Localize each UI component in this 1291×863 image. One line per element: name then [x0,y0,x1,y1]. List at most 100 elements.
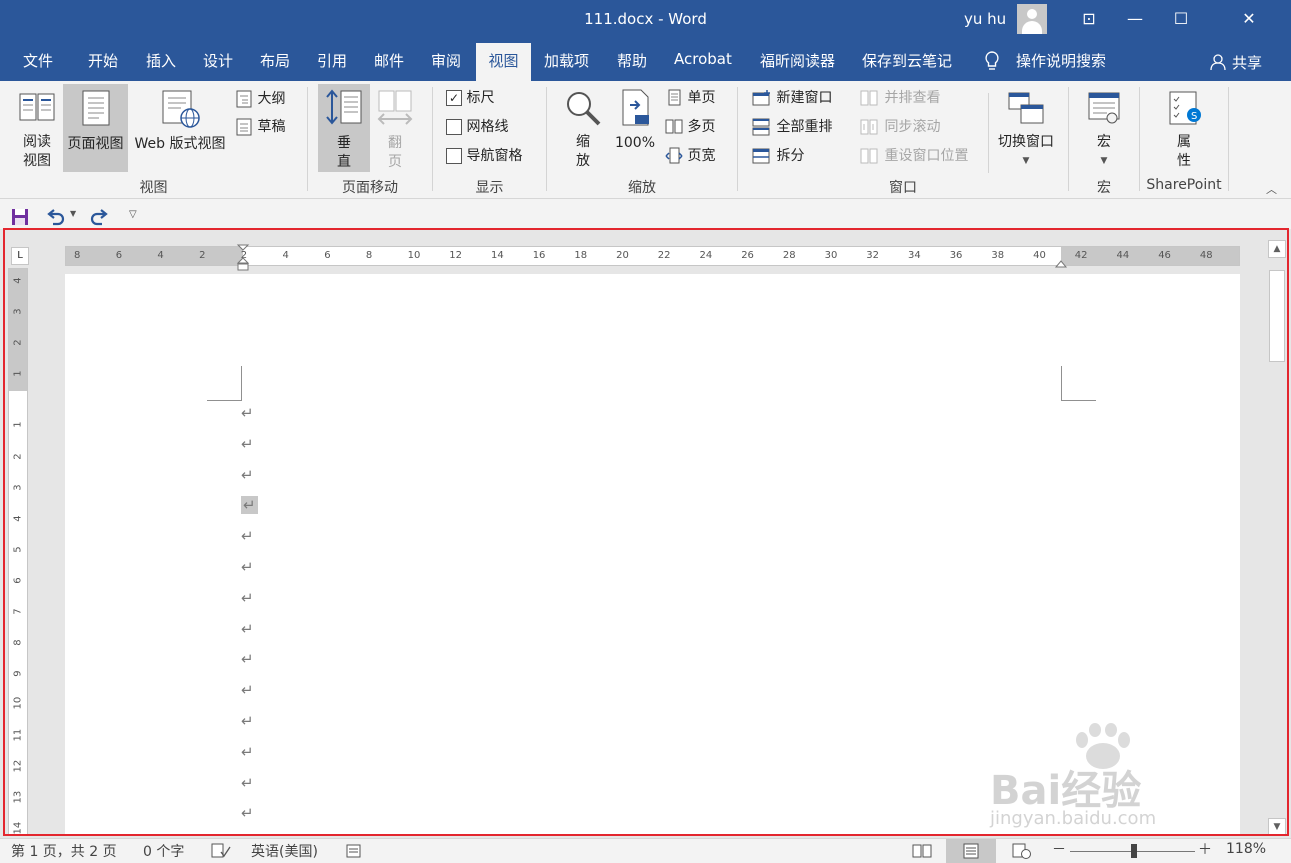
ruler-tick-label: 16 [532,250,546,261]
tab-insert[interactable]: 插入 [146,50,176,74]
tab-layout[interactable]: 布局 [260,50,290,74]
tab-help[interactable]: 帮助 [617,50,647,74]
undo-dropdown-icon[interactable]: ▼ [70,209,76,218]
horizontal-ruler[interactable]: 8 6 4 2 2 4 6 8 10 12 14 16 18 20 22 24 26 28 30 32 34 36 38 40… [65,244,1240,271]
gridlines-checkbox[interactable]: 网格线 [446,116,508,138]
zoom-100-label: 100% [614,135,656,151]
tab-save-to-cloud-note[interactable]: 保存到云笔记 [862,50,952,74]
page-count[interactable]: 第 1 页，共 2 页 [11,841,117,861]
paragraph-mark[interactable]: ↵ [241,712,254,730]
tab-view[interactable]: 视图 [476,43,531,81]
close-button[interactable]: ✕ [1226,0,1272,40]
share-button[interactable]: 共享 [1232,52,1262,73]
tab-file[interactable]: 文件 [23,50,53,74]
ribbon-display-options-button[interactable]: ⊡ [1066,0,1112,40]
paragraph-mark[interactable]: ↵ [241,527,254,545]
vertical-page-movement-button[interactable]: 垂 直 [318,84,370,172]
paragraph-mark[interactable]: ↵ [241,404,254,422]
customize-qat-icon[interactable]: ▽ [129,209,137,220]
properties-button[interactable]: S 属 性 [1160,87,1208,171]
word-count[interactable]: 0 个字 [143,841,184,861]
tab-selector-icon[interactable]: L [11,247,29,265]
zoom-level[interactable]: 118% [1226,841,1266,857]
tab-acrobat[interactable]: Acrobat [674,50,732,74]
synchronous-scrolling-button[interactable]: 同步滚动 [860,116,940,138]
print-layout-button[interactable]: 页面视图 [63,84,128,172]
page-width-button[interactable]: 页宽 [665,145,715,167]
zoom-slider-thumb[interactable] [1131,844,1137,858]
indent-markers-icon[interactable] [236,244,250,272]
tab-home[interactable]: 开始 [88,50,118,74]
reset-window-position-button[interactable]: 重设窗口位置 [860,145,968,167]
web-layout-view-icon[interactable] [1012,843,1032,859]
scroll-down-arrow[interactable]: ▼ [1268,818,1286,834]
ruler-tick-label: 7 [12,608,24,615]
vertical-ruler[interactable]: 4 3 2 1 1 2 3 4 5 6 7 8 9 10 11 12 13 14 [8,268,28,834]
macro-recording-icon[interactable] [345,843,363,859]
document-page[interactable]: ↵ ↵ ↵ ↵ ↵ ↵ ↵ ↵ ↵ ↵ ↵ ↵ ↵ ↵ [65,274,1240,834]
multiple-pages-button[interactable]: 多页 [665,116,715,138]
zoom-button[interactable]: 缩 放 [560,87,606,171]
tab-review[interactable]: 审阅 [431,50,461,74]
print-layout-view-button[interactable] [946,839,996,863]
tab-mailings[interactable]: 邮件 [374,50,404,74]
right-indent-marker-icon[interactable] [1054,259,1068,269]
zoom-in-button[interactable]: ＋ [1198,839,1212,859]
macros-button[interactable]: 宏 ▼ [1080,87,1128,171]
paragraph-mark[interactable]: ↵ [241,650,254,668]
language[interactable]: 英语(美国) [251,841,318,861]
save-icon[interactable] [11,208,29,226]
minimize-button[interactable]: — [1112,0,1158,40]
navigation-pane-checkbox[interactable]: 导航窗格 [446,145,522,167]
outline-button[interactable]: 大纲 [235,88,285,110]
ruler-tick-label: 12 [449,250,463,261]
paragraph-mark[interactable]: ↵ [241,681,254,699]
ruler-tick-label: 22 [657,250,671,261]
scroll-up-arrow[interactable]: ▲ [1268,240,1286,258]
tab-foxit-reader[interactable]: 福昕阅读器 [760,50,835,74]
zoom-100-button[interactable]: 100% [612,87,658,171]
paragraph-mark[interactable]: ↵ [241,435,254,453]
properties-label-2: 性 [1177,153,1191,169]
show-group-label: 显示 [475,180,504,196]
user-name[interactable]: yu hu [964,10,1006,28]
ruler-tick-label: 12 [12,759,24,773]
arrange-all-label: 全部重排 [776,119,833,135]
paragraph-mark[interactable]: ↵ [241,743,254,761]
paragraph-mark[interactable]: ↵ [241,558,254,576]
undo-icon[interactable] [46,208,66,226]
ruler-tick-label: 20 [616,250,629,261]
read-mode-view-icon[interactable] [912,843,932,859]
ruler-checkbox[interactable]: ✓ 标尺 [446,87,494,109]
tab-references[interactable]: 引用 [317,50,347,74]
split-button[interactable]: 拆分 [752,145,804,167]
proofing-icon[interactable] [211,843,231,859]
tab-design[interactable]: 设计 [203,50,233,74]
view-side-by-side-button[interactable]: 并排查看 [860,87,940,109]
web-layout-button[interactable]: Web 版式视图 [130,87,230,171]
paragraph-mark[interactable]: ↵ [241,774,254,792]
collapse-ribbon-icon[interactable]: ︿ [1266,181,1277,197]
new-window-button[interactable]: 新建窗口 [752,87,832,109]
vertical-scrollbar[interactable]: ▲ ▼ [1268,240,1286,834]
paragraph-mark[interactable]: ↵ [241,466,254,484]
group-separator [546,87,547,191]
paragraph-mark[interactable]: ↵ [241,804,254,822]
maximize-button[interactable]: ☐ [1158,0,1204,40]
paragraph-mark[interactable]: ↵ [241,589,254,607]
tell-me-search[interactable]: 操作说明搜索 [1016,50,1106,71]
read-mode-button[interactable]: 阅读 视图 [14,87,60,171]
arrange-all-button[interactable]: 全部重排 [752,116,832,138]
ruler-tick-label: 5 [12,546,24,553]
scroll-thumb[interactable] [1269,270,1285,362]
paragraph-mark[interactable]: ↵ [241,620,254,638]
paragraph-mark-selected[interactable]: ↵ [241,496,258,515]
avatar[interactable] [1017,4,1047,34]
one-page-button[interactable]: 单页 [665,87,715,109]
redo-icon[interactable] [89,208,109,226]
zoom-out-button[interactable]: － [1052,839,1066,859]
tab-addins[interactable]: 加载项 [544,50,589,74]
switch-windows-button[interactable]: 切换窗口 ▼ [994,87,1058,171]
side-to-side-button[interactable]: 翻 页 [372,87,418,171]
draft-button[interactable]: 草稿 [235,116,285,138]
